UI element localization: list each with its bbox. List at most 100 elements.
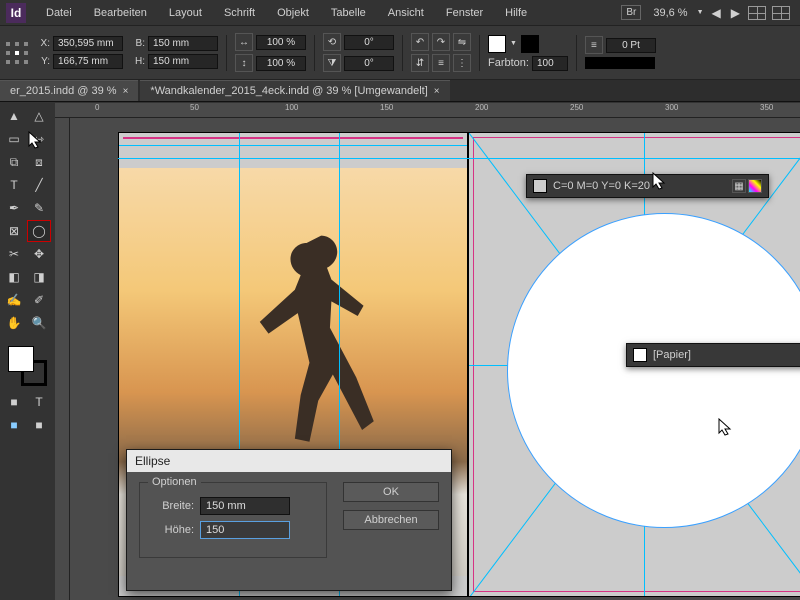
- align-icon[interactable]: ≡: [432, 54, 450, 72]
- cancel-button[interactable]: Abbrechen: [343, 510, 439, 530]
- tool-panel: ▲ △ ▭ ⇿ ⧉ ⧈ T ╱ ✒ ✎ ⊠ ◯ ✂ ✥ ◧ ◨ ✍ ✐ ✋ 🔍 …: [0, 103, 55, 438]
- gradient-swatch-tool[interactable]: ◧: [2, 266, 26, 288]
- x-label: X:: [36, 38, 50, 49]
- width-input[interactable]: [200, 497, 290, 515]
- stroke-style[interactable]: [585, 57, 655, 69]
- swatch-sample-icon: [533, 179, 547, 193]
- tab-doc-2[interactable]: *Wandkalender_2015_4eck.indd @ 39 % [Umg…: [140, 80, 449, 101]
- menu-view[interactable]: Ansicht: [378, 3, 434, 23]
- swatch-tooltip-paper[interactable]: [Papier]: [626, 343, 800, 367]
- stroke-weight-input[interactable]: [606, 38, 656, 53]
- zoom-dropdown-icon[interactable]: ▼: [697, 9, 704, 16]
- scissors-tool[interactable]: ✂: [2, 243, 26, 265]
- hand-tool[interactable]: ✋: [2, 312, 26, 334]
- y-input[interactable]: [53, 54, 123, 69]
- ruler-horizontal: 0 50 100 150 200 250 300 350: [55, 103, 800, 118]
- w-input[interactable]: [148, 36, 218, 51]
- type-tool[interactable]: T: [2, 174, 26, 196]
- menu-table[interactable]: Tabelle: [321, 3, 376, 23]
- image-figure: [251, 201, 397, 487]
- note-tool[interactable]: ✍: [2, 289, 26, 311]
- ok-button[interactable]: OK: [343, 482, 439, 502]
- rotate-cw-icon[interactable]: ↷: [432, 33, 450, 51]
- tab-label: er_2015.indd @ 39 %: [10, 85, 117, 97]
- menu-type[interactable]: Schrift: [214, 3, 265, 23]
- fill-swatch[interactable]: [488, 35, 506, 53]
- farbton-label: Farbton:: [488, 57, 529, 69]
- reference-point[interactable]: [6, 42, 28, 64]
- rectangle-frame-tool[interactable]: ⊠: [2, 220, 26, 242]
- cursor-icon: [28, 131, 42, 149]
- menu-edit[interactable]: Bearbeiten: [84, 3, 157, 23]
- menu-object[interactable]: Objekt: [267, 3, 319, 23]
- menu-layout[interactable]: Layout: [159, 3, 212, 23]
- preview-view[interactable]: ■: [27, 414, 51, 436]
- arrange-icon[interactable]: [748, 6, 766, 20]
- free-transform-tool[interactable]: ✥: [27, 243, 51, 265]
- zoom-tool[interactable]: 🔍: [27, 312, 51, 334]
- menu-window[interactable]: Fenster: [436, 3, 493, 23]
- pen-tool[interactable]: ✒: [2, 197, 26, 219]
- selection-tool[interactable]: ▲: [2, 105, 26, 127]
- h-input[interactable]: [148, 54, 218, 69]
- farbton-input[interactable]: [532, 56, 568, 71]
- ellipse-dialog[interactable]: Ellipse Optionen Breite: Höhe: OK Abbrec…: [126, 449, 452, 591]
- menu-help[interactable]: Hilfe: [495, 3, 537, 23]
- cursor-icon: [718, 418, 732, 436]
- direct-selection-tool[interactable]: △: [27, 105, 51, 127]
- page-tool[interactable]: ▭: [2, 128, 26, 150]
- dialog-title: Ellipse: [127, 450, 451, 472]
- close-icon[interactable]: ×: [123, 86, 129, 97]
- bridge-badge[interactable]: Br: [621, 5, 641, 20]
- eyedropper-tool[interactable]: ✐: [27, 289, 51, 311]
- scale-y-icon: ↕: [235, 54, 253, 72]
- swatch-name: C=0 M=0 Y=0 K=20: [553, 180, 650, 192]
- shear-input[interactable]: [344, 56, 394, 71]
- fill-stroke-swatches[interactable]: [8, 346, 47, 386]
- width-label: Breite:: [150, 500, 194, 512]
- line-tool[interactable]: ╱: [27, 174, 51, 196]
- height-input[interactable]: [200, 521, 290, 539]
- swatch-sample-icon: [633, 348, 647, 362]
- normal-view[interactable]: ■: [2, 414, 26, 436]
- close-icon[interactable]: ×: [434, 86, 440, 97]
- fill-dropdown-icon[interactable]: ▼: [510, 40, 517, 47]
- scale-x-input[interactable]: [256, 35, 306, 50]
- app-logo: Id: [6, 3, 26, 23]
- nav-next-icon[interactable]: ▶: [729, 6, 742, 20]
- shear-icon: ⧩: [323, 54, 341, 72]
- menu-file[interactable]: Datei: [36, 3, 82, 23]
- control-bar: X: Y: B: H: ↔ ↕ ⟲ ⧩ ↶ ↷ ⇋ ⇵ ≡ ⋮ ▼: [0, 26, 800, 80]
- rotate-input[interactable]: [344, 35, 394, 50]
- stroke-swatch[interactable]: [521, 35, 539, 53]
- flip-v-icon[interactable]: ⇵: [411, 54, 429, 72]
- fill-color[interactable]: [8, 346, 34, 372]
- rotate-ccw-icon[interactable]: ↶: [411, 33, 429, 51]
- content-placer-tool[interactable]: ⧈: [27, 151, 51, 173]
- height-label: Höhe:: [150, 524, 194, 536]
- flip-h-icon[interactable]: ⇋: [453, 33, 471, 51]
- screen-mode-icon[interactable]: [772, 6, 790, 20]
- global-swatch-icon: ▦: [732, 179, 746, 193]
- gradient-feather-tool[interactable]: ◨: [27, 266, 51, 288]
- ellipse-tool[interactable]: ◯: [27, 220, 51, 242]
- scale-y-input[interactable]: [256, 56, 306, 71]
- stroke-weight-icon: ≡: [585, 36, 603, 54]
- swatch-tooltip[interactable]: C=0 M=0 Y=0 K=20 ▦: [526, 174, 769, 198]
- nav-prev-icon[interactable]: ◀: [710, 6, 723, 20]
- dialog-options-group: Optionen Breite: Höhe:: [139, 482, 327, 558]
- zoom-level[interactable]: 39,6 %: [647, 5, 693, 21]
- distribute-icon[interactable]: ⋮: [453, 54, 471, 72]
- pencil-tool[interactable]: ✎: [27, 197, 51, 219]
- x-input[interactable]: [53, 36, 123, 51]
- y-label: Y:: [36, 56, 50, 67]
- rotate-icon: ⟲: [323, 33, 341, 51]
- tab-label: *Wandkalender_2015_4eck.indd @ 39 % [Umg…: [150, 85, 427, 97]
- tab-doc-1[interactable]: er_2015.indd @ 39 % ×: [0, 80, 138, 101]
- w-label: B:: [131, 38, 145, 49]
- content-collector-tool[interactable]: ⧉: [2, 151, 26, 173]
- apply-text[interactable]: T: [27, 391, 51, 413]
- cursor-icon: [652, 172, 666, 190]
- apply-color[interactable]: ■: [2, 391, 26, 413]
- swatch-name: [Papier]: [653, 349, 691, 361]
